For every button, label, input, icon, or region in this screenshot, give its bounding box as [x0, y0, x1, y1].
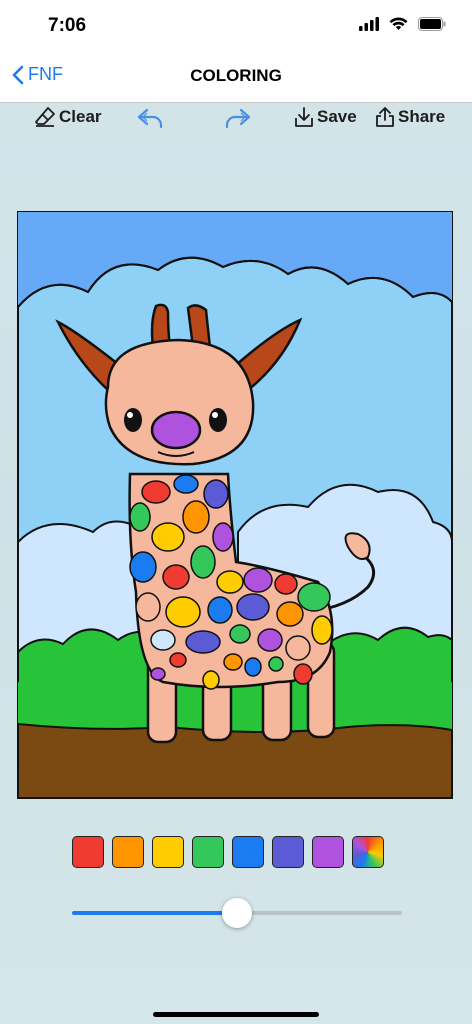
- undo-icon: [137, 108, 163, 129]
- save-label: Save: [317, 107, 357, 126]
- clear-button[interactable]: Clear: [34, 106, 102, 128]
- page-title: COLORING: [190, 66, 282, 85]
- coloring-canvas[interactable]: [17, 211, 453, 799]
- swatch-blue[interactable]: [232, 836, 264, 868]
- slider-thumb[interactable]: [222, 898, 252, 928]
- slider-fill: [72, 911, 237, 915]
- swatch-custom-rainbow[interactable]: [352, 836, 384, 868]
- swatch-green[interactable]: [192, 836, 224, 868]
- swatch-purple[interactable]: [312, 836, 344, 868]
- eraser-icon: [35, 107, 55, 127]
- status-bar: 7:06: [0, 0, 472, 52]
- brush-size-slider[interactable]: [72, 898, 402, 928]
- color-palette: [72, 836, 392, 868]
- share-button[interactable]: Share: [375, 106, 445, 128]
- giraffe-coloring-illustration: [18, 212, 452, 798]
- wifi-icon: [389, 17, 408, 30]
- download-icon: [295, 107, 313, 127]
- share-label: Share: [398, 107, 446, 126]
- home-indicator: [153, 1012, 319, 1017]
- cellular-signal-icon: [359, 17, 379, 31]
- redo-icon: [225, 108, 251, 129]
- swatch-yellow[interactable]: [152, 836, 184, 868]
- battery-icon: [418, 17, 446, 31]
- swatch-orange[interactable]: [112, 836, 144, 868]
- clear-label: Clear: [59, 107, 102, 126]
- navigation-bar: FNF COLORING: [0, 52, 472, 103]
- swatch-red[interactable]: [72, 836, 104, 868]
- status-icons: [359, 17, 446, 31]
- undo-button[interactable]: [136, 106, 166, 130]
- coloring-toolbar: Clear Save Share: [0, 106, 472, 132]
- save-button[interactable]: Save: [294, 106, 357, 128]
- share-icon: [376, 107, 394, 127]
- status-time: 7:06: [48, 15, 87, 36]
- swatch-indigo[interactable]: [272, 836, 304, 868]
- redo-button[interactable]: [222, 106, 252, 130]
